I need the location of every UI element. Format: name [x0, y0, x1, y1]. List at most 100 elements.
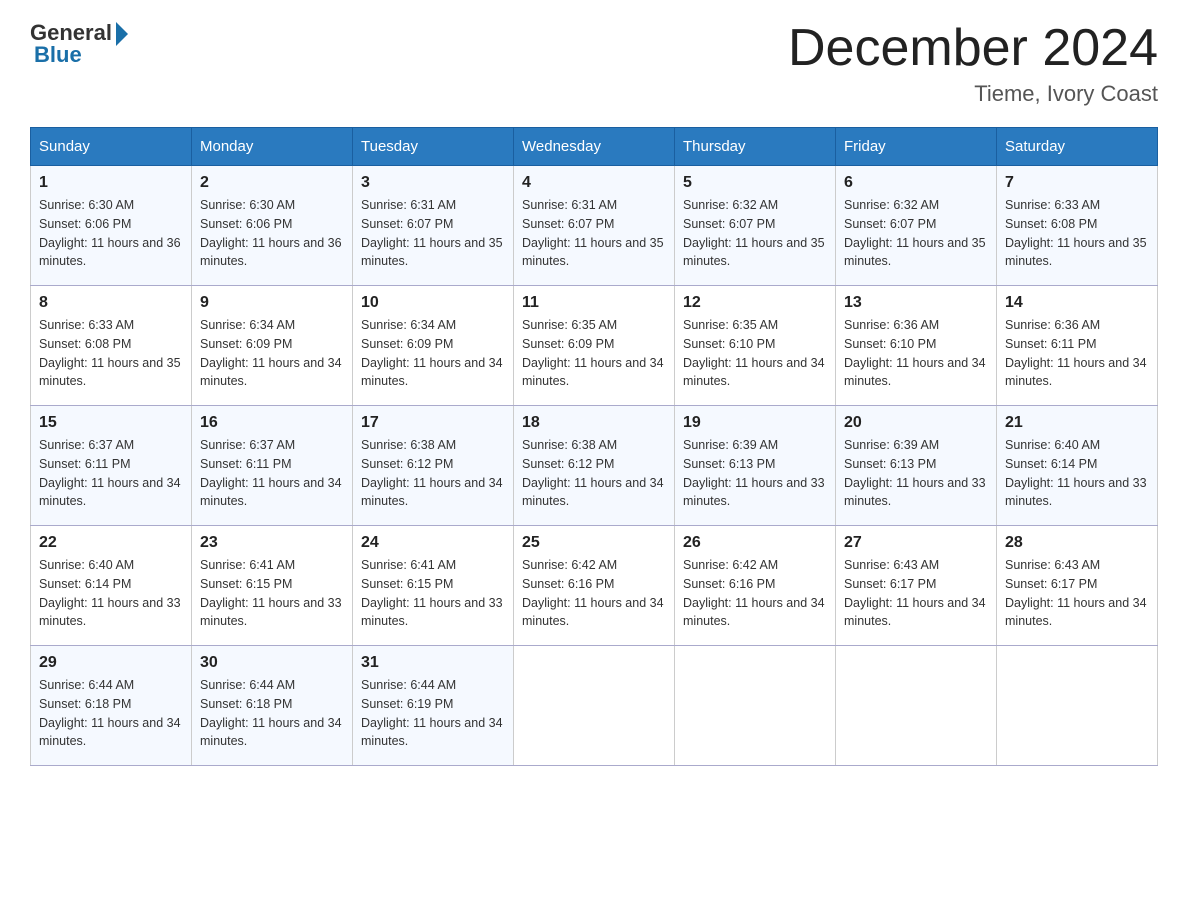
- day-info: Sunrise: 6:44 AMSunset: 6:18 PMDaylight:…: [200, 678, 342, 748]
- day-number: 23: [200, 534, 344, 552]
- column-header-sunday: Sunday: [31, 128, 192, 166]
- calendar-cell: [514, 646, 675, 766]
- day-info: Sunrise: 6:32 AMSunset: 6:07 PMDaylight:…: [683, 198, 825, 268]
- day-info: Sunrise: 6:43 AMSunset: 6:17 PMDaylight:…: [1005, 558, 1147, 628]
- calendar-week-5: 29 Sunrise: 6:44 AMSunset: 6:18 PMDaylig…: [31, 646, 1158, 766]
- day-info: Sunrise: 6:37 AMSunset: 6:11 PMDaylight:…: [39, 438, 181, 508]
- calendar-cell: 25 Sunrise: 6:42 AMSunset: 6:16 PMDaylig…: [514, 526, 675, 646]
- day-number: 2: [200, 174, 344, 192]
- column-header-tuesday: Tuesday: [353, 128, 514, 166]
- day-number: 29: [39, 654, 183, 672]
- day-info: Sunrise: 6:35 AMSunset: 6:09 PMDaylight:…: [522, 318, 664, 388]
- day-info: Sunrise: 6:37 AMSunset: 6:11 PMDaylight:…: [200, 438, 342, 508]
- calendar-cell: [836, 646, 997, 766]
- logo: General Blue: [30, 20, 128, 68]
- day-number: 6: [844, 174, 988, 192]
- calendar-cell: 15 Sunrise: 6:37 AMSunset: 6:11 PMDaylig…: [31, 406, 192, 526]
- day-number: 14: [1005, 294, 1149, 312]
- day-info: Sunrise: 6:40 AMSunset: 6:14 PMDaylight:…: [39, 558, 181, 628]
- day-info: Sunrise: 6:30 AMSunset: 6:06 PMDaylight:…: [200, 198, 342, 268]
- logo-blue-text: Blue: [30, 42, 82, 68]
- day-number: 16: [200, 414, 344, 432]
- day-number: 7: [1005, 174, 1149, 192]
- calendar-cell: [675, 646, 836, 766]
- day-info: Sunrise: 6:33 AMSunset: 6:08 PMDaylight:…: [1005, 198, 1147, 268]
- day-number: 31: [361, 654, 505, 672]
- day-info: Sunrise: 6:38 AMSunset: 6:12 PMDaylight:…: [361, 438, 503, 508]
- header-row: SundayMondayTuesdayWednesdayThursdayFrid…: [31, 128, 1158, 166]
- day-number: 3: [361, 174, 505, 192]
- calendar-cell: 13 Sunrise: 6:36 AMSunset: 6:10 PMDaylig…: [836, 286, 997, 406]
- calendar-cell: 3 Sunrise: 6:31 AMSunset: 6:07 PMDayligh…: [353, 166, 514, 286]
- day-number: 27: [844, 534, 988, 552]
- calendar-cell: 27 Sunrise: 6:43 AMSunset: 6:17 PMDaylig…: [836, 526, 997, 646]
- column-header-monday: Monday: [192, 128, 353, 166]
- calendar-cell: 1 Sunrise: 6:30 AMSunset: 6:06 PMDayligh…: [31, 166, 192, 286]
- calendar-cell: 6 Sunrise: 6:32 AMSunset: 6:07 PMDayligh…: [836, 166, 997, 286]
- calendar-cell: 11 Sunrise: 6:35 AMSunset: 6:09 PMDaylig…: [514, 286, 675, 406]
- day-info: Sunrise: 6:44 AMSunset: 6:18 PMDaylight:…: [39, 678, 181, 748]
- day-info: Sunrise: 6:38 AMSunset: 6:12 PMDaylight:…: [522, 438, 664, 508]
- calendar-cell: 28 Sunrise: 6:43 AMSunset: 6:17 PMDaylig…: [997, 526, 1158, 646]
- column-header-thursday: Thursday: [675, 128, 836, 166]
- day-number: 8: [39, 294, 183, 312]
- calendar-week-3: 15 Sunrise: 6:37 AMSunset: 6:11 PMDaylig…: [31, 406, 1158, 526]
- day-number: 13: [844, 294, 988, 312]
- day-info: Sunrise: 6:31 AMSunset: 6:07 PMDaylight:…: [361, 198, 503, 268]
- calendar-cell: 19 Sunrise: 6:39 AMSunset: 6:13 PMDaylig…: [675, 406, 836, 526]
- day-number: 1: [39, 174, 183, 192]
- calendar-cell: 22 Sunrise: 6:40 AMSunset: 6:14 PMDaylig…: [31, 526, 192, 646]
- calendar-week-1: 1 Sunrise: 6:30 AMSunset: 6:06 PMDayligh…: [31, 166, 1158, 286]
- day-info: Sunrise: 6:44 AMSunset: 6:19 PMDaylight:…: [361, 678, 503, 748]
- day-number: 25: [522, 534, 666, 552]
- calendar-cell: 30 Sunrise: 6:44 AMSunset: 6:18 PMDaylig…: [192, 646, 353, 766]
- day-info: Sunrise: 6:32 AMSunset: 6:07 PMDaylight:…: [844, 198, 986, 268]
- calendar-cell: 10 Sunrise: 6:34 AMSunset: 6:09 PMDaylig…: [353, 286, 514, 406]
- day-number: 9: [200, 294, 344, 312]
- day-number: 21: [1005, 414, 1149, 432]
- calendar-week-4: 22 Sunrise: 6:40 AMSunset: 6:14 PMDaylig…: [31, 526, 1158, 646]
- day-info: Sunrise: 6:41 AMSunset: 6:15 PMDaylight:…: [361, 558, 503, 628]
- day-info: Sunrise: 6:35 AMSunset: 6:10 PMDaylight:…: [683, 318, 825, 388]
- calendar-cell: 20 Sunrise: 6:39 AMSunset: 6:13 PMDaylig…: [836, 406, 997, 526]
- day-info: Sunrise: 6:42 AMSunset: 6:16 PMDaylight:…: [522, 558, 664, 628]
- calendar-cell: 2 Sunrise: 6:30 AMSunset: 6:06 PMDayligh…: [192, 166, 353, 286]
- day-info: Sunrise: 6:40 AMSunset: 6:14 PMDaylight:…: [1005, 438, 1147, 508]
- calendar-cell: 17 Sunrise: 6:38 AMSunset: 6:12 PMDaylig…: [353, 406, 514, 526]
- calendar-cell: 16 Sunrise: 6:37 AMSunset: 6:11 PMDaylig…: [192, 406, 353, 526]
- day-number: 26: [683, 534, 827, 552]
- day-number: 30: [200, 654, 344, 672]
- calendar-cell: 29 Sunrise: 6:44 AMSunset: 6:18 PMDaylig…: [31, 646, 192, 766]
- day-number: 28: [1005, 534, 1149, 552]
- day-number: 4: [522, 174, 666, 192]
- calendar-cell: 5 Sunrise: 6:32 AMSunset: 6:07 PMDayligh…: [675, 166, 836, 286]
- calendar-cell: 18 Sunrise: 6:38 AMSunset: 6:12 PMDaylig…: [514, 406, 675, 526]
- calendar-cell: 24 Sunrise: 6:41 AMSunset: 6:15 PMDaylig…: [353, 526, 514, 646]
- title-section: December 2024 Tieme, Ivory Coast: [788, 20, 1158, 107]
- day-info: Sunrise: 6:34 AMSunset: 6:09 PMDaylight:…: [200, 318, 342, 388]
- day-number: 5: [683, 174, 827, 192]
- column-header-friday: Friday: [836, 128, 997, 166]
- day-number: 19: [683, 414, 827, 432]
- column-header-wednesday: Wednesday: [514, 128, 675, 166]
- calendar-cell: 7 Sunrise: 6:33 AMSunset: 6:08 PMDayligh…: [997, 166, 1158, 286]
- location: Tieme, Ivory Coast: [788, 81, 1158, 107]
- day-number: 24: [361, 534, 505, 552]
- calendar-cell: 14 Sunrise: 6:36 AMSunset: 6:11 PMDaylig…: [997, 286, 1158, 406]
- day-info: Sunrise: 6:31 AMSunset: 6:07 PMDaylight:…: [522, 198, 664, 268]
- day-info: Sunrise: 6:41 AMSunset: 6:15 PMDaylight:…: [200, 558, 342, 628]
- day-info: Sunrise: 6:39 AMSunset: 6:13 PMDaylight:…: [683, 438, 825, 508]
- calendar-cell: 21 Sunrise: 6:40 AMSunset: 6:14 PMDaylig…: [997, 406, 1158, 526]
- day-number: 11: [522, 294, 666, 312]
- calendar-week-2: 8 Sunrise: 6:33 AMSunset: 6:08 PMDayligh…: [31, 286, 1158, 406]
- day-number: 15: [39, 414, 183, 432]
- day-info: Sunrise: 6:36 AMSunset: 6:11 PMDaylight:…: [1005, 318, 1147, 388]
- calendar-cell: 26 Sunrise: 6:42 AMSunset: 6:16 PMDaylig…: [675, 526, 836, 646]
- day-info: Sunrise: 6:43 AMSunset: 6:17 PMDaylight:…: [844, 558, 986, 628]
- page-header: General Blue December 2024 Tieme, Ivory …: [30, 20, 1158, 107]
- logo-arrow-icon: [116, 22, 128, 46]
- calendar-cell: 12 Sunrise: 6:35 AMSunset: 6:10 PMDaylig…: [675, 286, 836, 406]
- day-number: 18: [522, 414, 666, 432]
- calendar-cell: 4 Sunrise: 6:31 AMSunset: 6:07 PMDayligh…: [514, 166, 675, 286]
- calendar-cell: 9 Sunrise: 6:34 AMSunset: 6:09 PMDayligh…: [192, 286, 353, 406]
